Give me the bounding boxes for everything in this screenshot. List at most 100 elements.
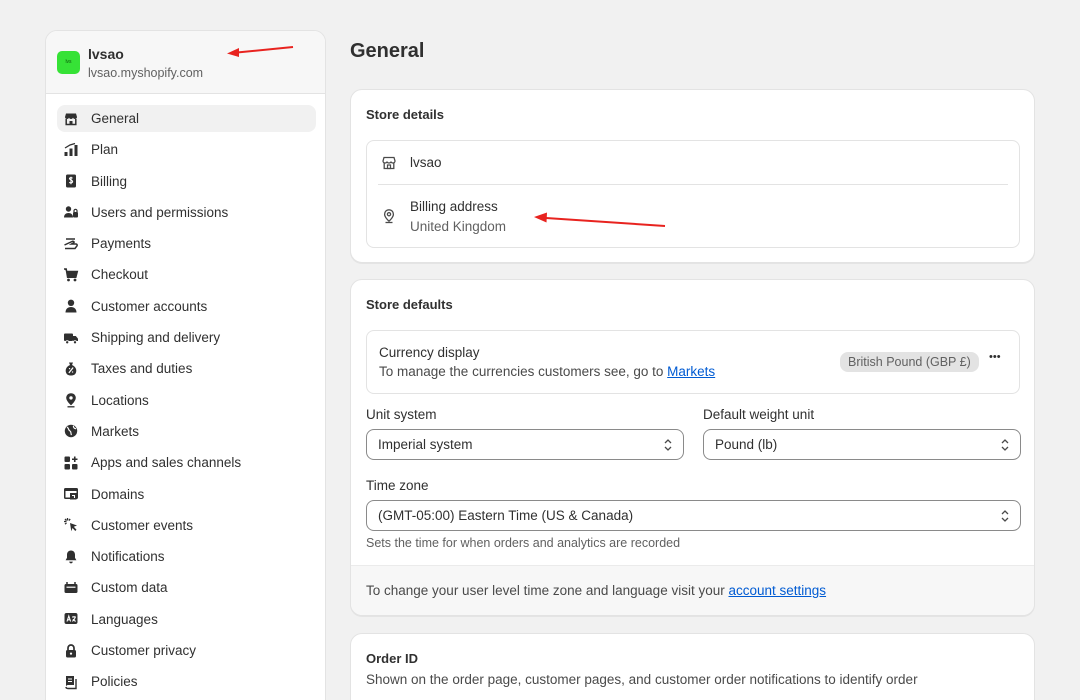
sidebar-item-label: Locations [91,392,149,408]
store-details-box: lvsao Billing address United Kingdom [366,140,1020,248]
currency-display-desc: To manage the currencies customers see, … [379,364,715,379]
store-icon [382,156,396,170]
store-defaults-card: Store defaults Currency display To manag… [350,279,1035,616]
sidebar-item-domains[interactable]: Domains [57,481,316,508]
bell-icon [63,549,79,565]
sidebar-item-label: Users and permissions [91,204,229,220]
select-chevron-icon [1001,439,1009,451]
sidebar-item-label: Policies [91,674,138,690]
sidebar-item-payments[interactable]: Payments [57,230,316,257]
sidebar-item-customer-events[interactable]: Customer events [57,512,316,539]
billing-icon [63,173,79,189]
sidebar-item-billing[interactable]: Billing [57,168,316,195]
settings-nav: General Plan Billing Users and permissions P… [57,105,316,700]
store-name-row[interactable]: lvsao [367,141,1019,185]
billing-address-row[interactable]: Billing address United Kingdom [367,185,1019,249]
sidebar-item-policies[interactable]: Policies [57,668,316,695]
weight-unit-select[interactable]: Pound (lb) [703,429,1021,460]
cart-icon [63,267,79,283]
sidebar-item-locations[interactable]: Locations [57,387,316,414]
currency-display-box: Currency display To manage the currencie… [366,330,1020,394]
sidebar-item-label: Notifications [91,549,165,565]
sidebar-item-markets[interactable]: Markets [57,418,316,445]
sidebar-item-label: Billing [91,173,128,189]
policy-icon [63,674,79,690]
sidebar-item-label: Apps and sales channels [91,455,242,471]
globe-icon [63,423,79,439]
sidebar-item-notifications[interactable]: Notifications [57,543,316,570]
unit-system-value: Imperial system [378,437,473,452]
billing-address-label: Billing address [410,199,498,214]
select-chevron-icon [664,439,672,451]
sidebar-item-label: Taxes and duties [91,361,193,377]
store-header[interactable]: lvs lvsao lvsao.myshopify.com [46,31,325,94]
sidebar-item-customer-privacy[interactable]: Customer privacy [57,637,316,664]
store-name-value: lvsao [410,155,442,170]
sidebar-item-label: Payments [91,236,152,252]
store-defaults-title: Store defaults [366,297,453,312]
sidebar-item-users-and-permissions[interactable]: Users and permissions [57,199,316,226]
annotation-arrow [227,46,294,57]
currency-display-title: Currency display [379,345,480,360]
page-title: General [350,40,425,62]
users-icon [63,204,79,220]
sidebar-item-taxes-and-duties[interactable]: Taxes and duties [57,355,316,382]
sidebar-item-label: Shipping and delivery [91,330,221,346]
annotation-arrow [534,212,666,227]
plan-icon [63,142,79,158]
billing-address-value: United Kingdom [410,219,507,234]
cursor-icon [63,517,79,533]
sidebar-item-plan[interactable]: Plan [57,136,316,163]
language-icon [63,611,79,627]
store-details-title: Store details [366,107,445,122]
timezone-value: (GMT-05:00) Eastern Time (US & Canada) [378,508,634,523]
account-settings-link[interactable]: account settings [728,583,826,598]
location-icon [63,392,79,408]
sidebar-item-languages[interactable]: Languages [57,606,316,633]
timezone-help: Sets the time for when orders and analyt… [366,536,681,550]
tax-icon [63,361,79,377]
sidebar-item-label: Customer events [91,517,194,533]
apps-icon [63,455,79,471]
weight-unit-value: Pound (lb) [715,437,778,452]
sidebar-item-customer-accounts[interactable]: Customer accounts [57,293,316,320]
timezone-select[interactable]: (GMT-05:00) Eastern Time (US & Canada) [366,500,1021,531]
sidebar-item-apps-and-sales-channels[interactable]: Apps and sales channels [57,449,316,476]
weight-unit-label: Default weight unit [703,407,815,422]
sidebar-item-shipping-and-delivery[interactable]: Shipping and delivery [57,324,316,351]
truck-icon [63,330,79,346]
more-actions-button[interactable]: ••• [989,351,1001,363]
sidebar-item-label: Checkout [91,267,149,283]
settings-sidebar: lvs lvsao lvsao.myshopify.com General Pla… [45,30,326,700]
store-avatar: lvs [57,51,80,74]
footer-desc: To change your user level time zone and … [366,583,725,598]
payments-icon [63,236,79,252]
sidebar-item-label: Custom data [91,580,168,596]
select-chevron-icon [1001,510,1009,522]
sidebar-item-label: Markets [91,423,140,439]
sidebar-item-checkout[interactable]: Checkout [57,261,316,288]
store-icon [63,111,79,127]
timezone-label: Time zone [366,478,429,493]
markets-link[interactable]: Markets [667,364,715,379]
sidebar-item-label: Languages [91,611,158,627]
footer-text: To change your user level time zone and … [366,583,826,598]
store-details-card: Store details lvsao Billing address Unit… [350,89,1035,263]
person-icon [63,298,79,314]
currency-desc-text: To manage the currencies customers see, … [379,364,664,379]
unit-system-select[interactable]: Imperial system [366,429,684,460]
order-id-title: Order ID [366,651,419,666]
database-icon [63,580,79,596]
store-name: lvsao [88,46,124,62]
currency-badge: British Pound (GBP £) [840,352,979,372]
sidebar-item-label: Domains [91,486,145,502]
account-settings-footer: To change your user level time zone and … [351,565,1034,615]
sidebar-item-general[interactable]: General [57,105,316,132]
order-id-card: Order ID Shown on the order page, custom… [350,633,1035,700]
sidebar-item-label: General [91,111,140,126]
sidebar-item-label: Customer privacy [91,643,197,659]
lock-icon [63,643,79,659]
location-pin-icon [383,209,395,224]
sidebar-item-custom-data[interactable]: Custom data [57,574,316,601]
store-domain: lvsao.myshopify.com [88,66,204,80]
